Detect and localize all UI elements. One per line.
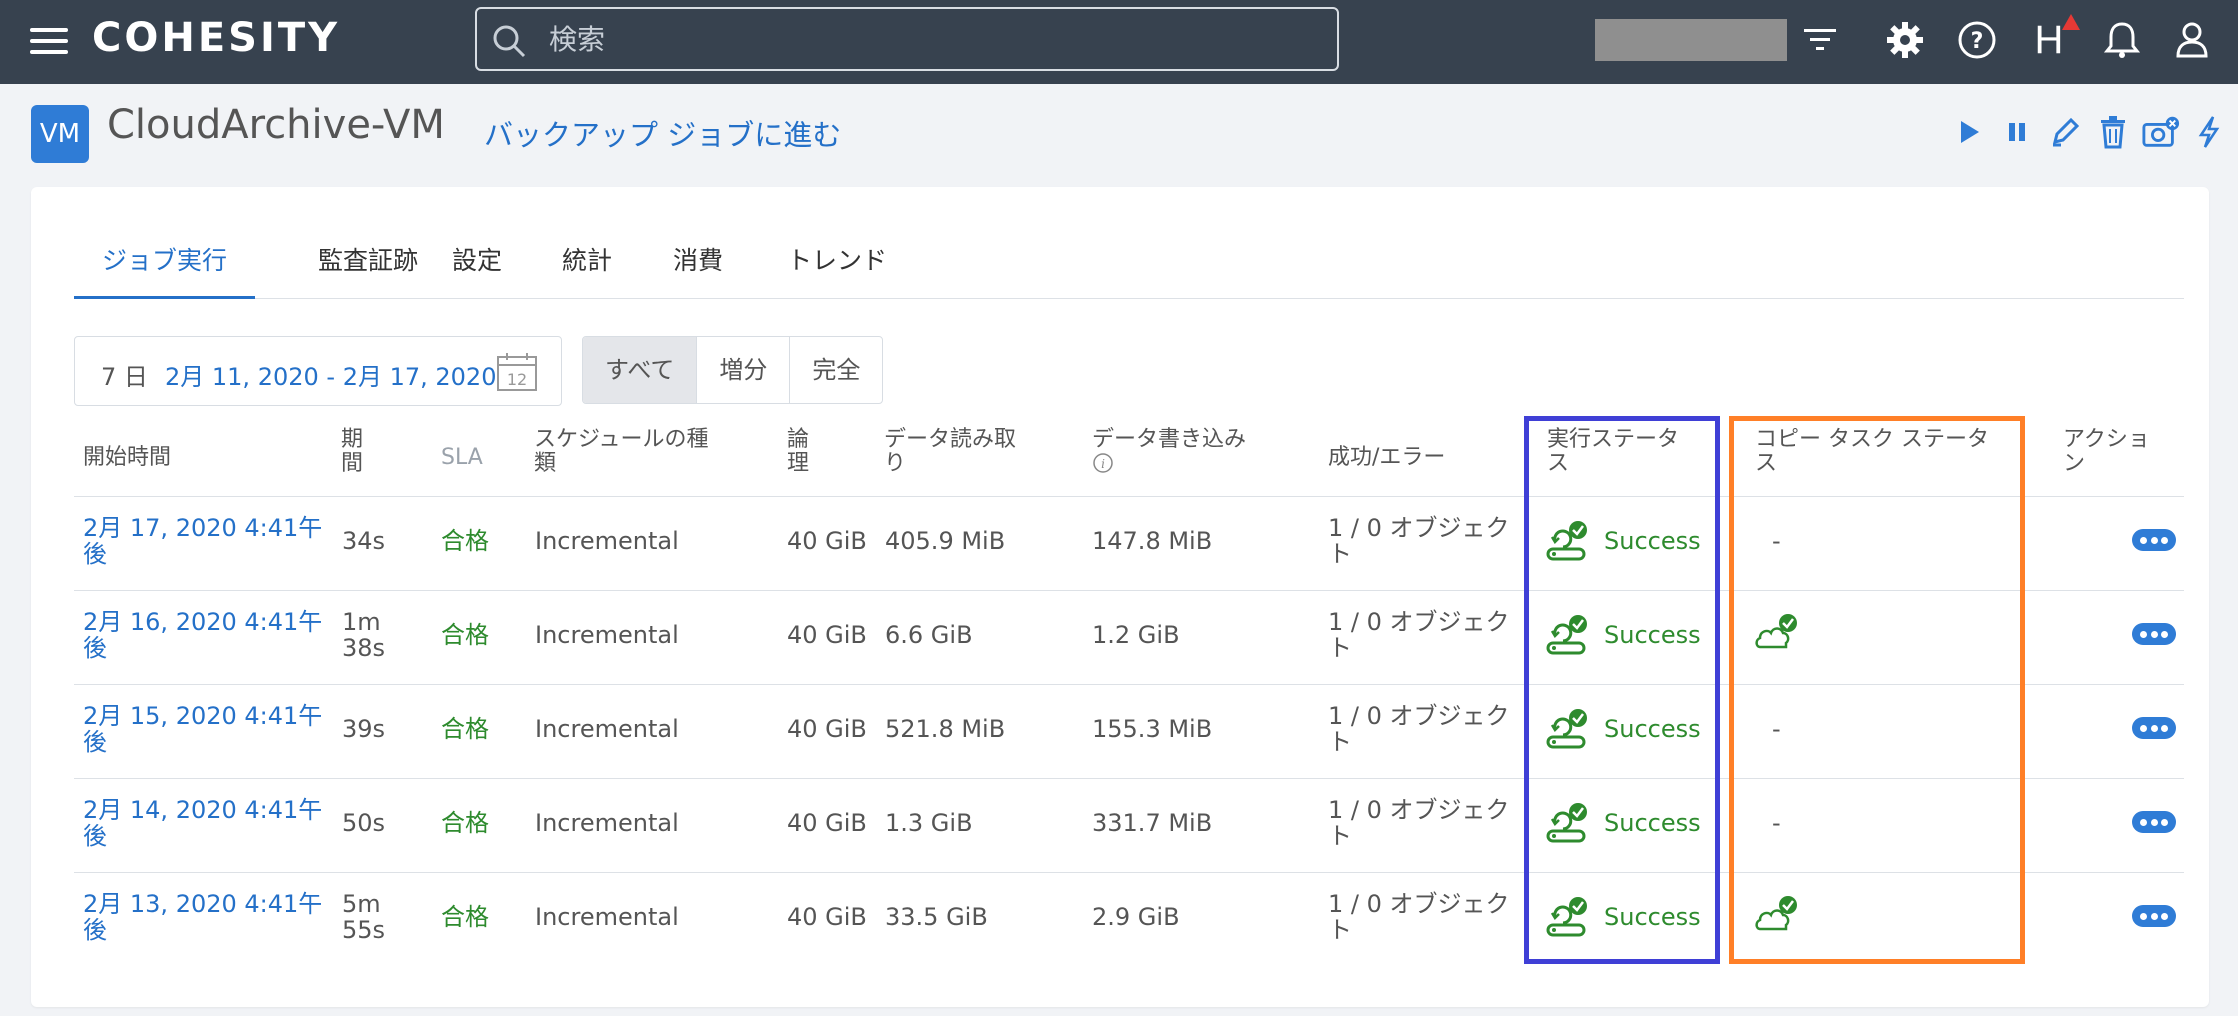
tab-statistics[interactable]: 統計 [534, 243, 640, 299]
run-start-time-link[interactable]: 2月 17, 2020 4:41午 後 [83, 515, 322, 567]
vm-badge: VM [31, 105, 89, 163]
run-status-highlight [1524, 416, 1720, 964]
col-schedule-type[interactable]: スケジュールの種 類 [534, 428, 708, 476]
run-start-time-link[interactable]: 2月 14, 2020 4:41午 後 [83, 797, 322, 849]
run-data-written: 1.2 GiB [1092, 621, 1180, 649]
run-data-read: 6.6 GiB [885, 621, 973, 649]
col-logical[interactable]: 論 理 [787, 428, 809, 476]
date-range-prefix: 7 日 [101, 363, 148, 391]
date-range-picker[interactable]: 7 日 2月 11, 2020 - 2月 17, 2020 12 [74, 336, 562, 406]
alert-triangle-icon [2062, 14, 2080, 30]
run-schedule-type: Incremental [535, 527, 679, 555]
more-actions-icon[interactable] [2132, 905, 2176, 927]
col-data-written-label: データ書き込み [1092, 427, 1247, 452]
run-sla: 合格 [441, 621, 489, 649]
trash-icon[interactable] [2094, 112, 2132, 152]
snapshot-delete-icon[interactable] [2142, 112, 2180, 152]
run-schedule-type: Incremental [535, 715, 679, 743]
more-actions-icon[interactable] [2132, 623, 2176, 645]
pause-icon[interactable] [1998, 112, 2036, 152]
tab-bar: ジョブ実行 監査証跡 設定 統計 消費 トレンド [74, 243, 2184, 299]
run-logical-size: 40 GiB [787, 527, 867, 555]
more-actions-icon[interactable] [2132, 811, 2176, 833]
lightning-icon[interactable] [2190, 112, 2228, 152]
gear-icon[interactable] [1883, 18, 1927, 62]
go-to-backup-job-link[interactable]: バックアップ ジョブに進む [484, 112, 841, 154]
filter-incremental-button[interactable]: 増分 [697, 337, 791, 403]
svg-text:12: 12 [507, 370, 527, 389]
run-success-error: 1 / 0 オブジェク ト [1328, 890, 1510, 944]
filter-full-button[interactable]: 完全 [790, 337, 882, 403]
redacted-cluster-name [1595, 19, 1787, 61]
search-box[interactable] [475, 7, 1339, 71]
tab-trends[interactable]: トレンド [759, 243, 915, 299]
run-success-error: 1 / 0 オブジェク ト [1328, 796, 1510, 850]
more-actions-icon[interactable] [2132, 717, 2176, 739]
run-duration: 1m 38s [342, 608, 386, 662]
bell-icon[interactable] [2100, 18, 2144, 62]
job-actions [1950, 110, 2238, 154]
edit-pencil-icon[interactable] [2046, 112, 2084, 152]
run-start-time-link[interactable]: 2月 15, 2020 4:41午 後 [83, 703, 322, 755]
copy-status-highlight [1729, 416, 2025, 964]
run-success-error: 1 / 0 オブジェク ト [1328, 514, 1510, 568]
filter-icon[interactable] [1798, 18, 1842, 62]
run-sla: 合格 [441, 809, 489, 837]
run-duration: 39s [342, 715, 386, 743]
tab-audit-trail[interactable]: 監査証跡 [290, 243, 446, 299]
hamburger-menu-icon[interactable] [30, 28, 68, 56]
run-logical-size: 40 GiB [787, 621, 867, 649]
run-data-written: 155.3 MiB [1092, 715, 1213, 743]
run-type-filter: すべて 増分 完全 [582, 336, 884, 404]
run-data-written: 331.7 MiB [1092, 809, 1213, 837]
svg-text:?: ? [1971, 29, 1984, 54]
run-data-written: 2.9 GiB [1092, 903, 1180, 931]
col-sla[interactable]: SLA [441, 446, 483, 470]
svg-text:i: i [1101, 457, 1105, 471]
col-actions: アクショ ン [2063, 427, 2150, 476]
run-schedule-type: Incremental [535, 903, 679, 931]
run-sla: 合格 [441, 903, 489, 931]
help-icon[interactable]: ? [1955, 18, 1999, 62]
run-start-time-link[interactable]: 2月 16, 2020 4:41午 後 [83, 609, 322, 661]
run-success-error: 1 / 0 オブジェク ト [1328, 702, 1510, 756]
run-start-time-link[interactable]: 2月 13, 2020 4:41午 後 [83, 891, 322, 943]
search-input[interactable] [549, 19, 1309, 59]
run-sla: 合格 [441, 715, 489, 743]
run-duration: 34s [342, 527, 386, 555]
run-duration: 5m 55s [342, 890, 386, 944]
run-data-read: 521.8 MiB [885, 715, 1006, 743]
run-schedule-type: Incremental [535, 809, 679, 837]
run-data-written: 147.8 MiB [1092, 527, 1213, 555]
search-icon [493, 25, 526, 58]
date-range-value: 2月 11, 2020 - 2月 17, 2020 [165, 363, 497, 391]
tab-consumption[interactable]: 消費 [645, 243, 751, 299]
more-actions-icon[interactable] [2132, 529, 2176, 551]
run-logical-size: 40 GiB [787, 715, 867, 743]
col-duration[interactable]: 期 間 [341, 428, 363, 476]
run-schedule-type: Incremental [535, 621, 679, 649]
col-start-time[interactable]: 開始時間 [83, 446, 171, 470]
col-data-written[interactable]: データ書き込み i [1092, 428, 1246, 480]
info-icon[interactable]: i [1092, 452, 1114, 474]
run-data-read: 1.3 GiB [885, 809, 973, 837]
top-bar: COHESITY ? H [0, 0, 2238, 84]
col-data-read[interactable]: データ読み取 り [884, 428, 1016, 476]
col-success-error[interactable]: 成功/エラー [1328, 446, 1445, 470]
run-data-read: 33.5 GiB [885, 903, 988, 931]
run-duration: 50s [342, 809, 386, 837]
run-success-error: 1 / 0 オブジェク ト [1328, 608, 1510, 662]
calendar-icon[interactable]: 12 [495, 351, 539, 393]
page-title: CloudArchive-VM [107, 102, 445, 148]
run-data-read: 405.9 MiB [885, 527, 1006, 555]
filter-all-button[interactable]: すべて [583, 337, 698, 403]
run-sla: 合格 [441, 527, 489, 555]
cohesity-logo: COHESITY [92, 15, 341, 61]
user-icon[interactable] [2170, 18, 2214, 62]
tab-settings[interactable]: 設定 [424, 243, 530, 299]
tab-job-runs[interactable]: ジョブ実行 [74, 243, 256, 299]
run-logical-size: 40 GiB [787, 903, 867, 931]
play-icon[interactable] [1950, 112, 1988, 152]
run-logical-size: 40 GiB [787, 809, 867, 837]
